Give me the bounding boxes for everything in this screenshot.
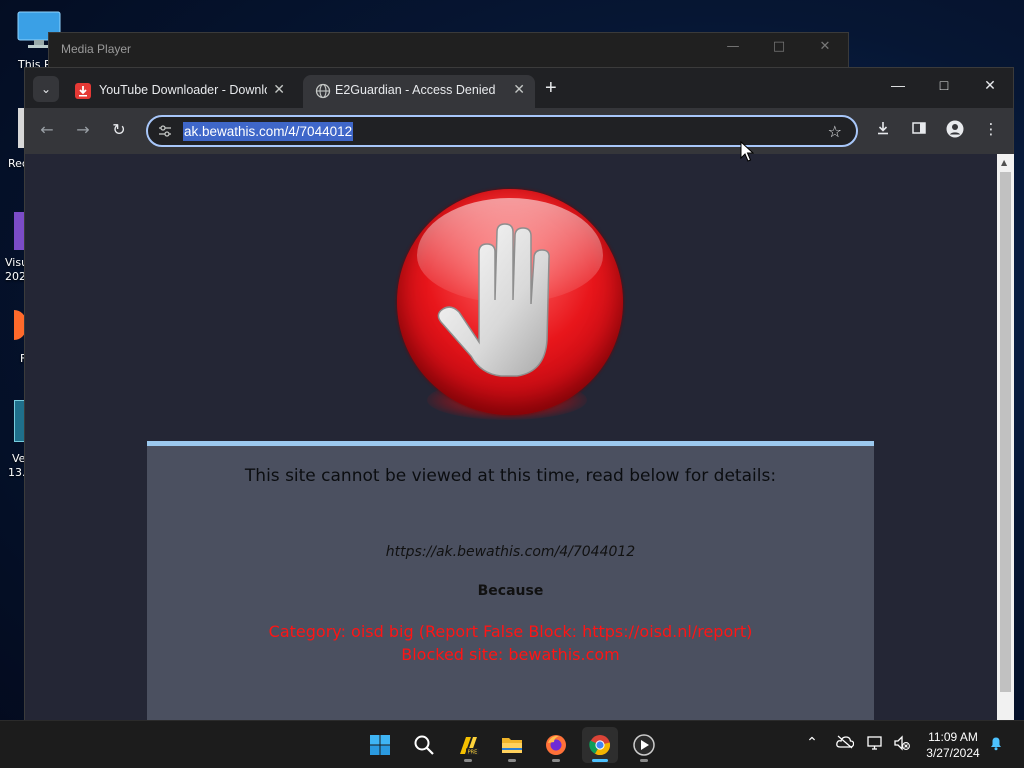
show-hidden-icons-chevron-up-icon[interactable]: ⌃ — [802, 735, 822, 751]
mouse-cursor-icon — [740, 141, 754, 162]
close-tab-icon[interactable]: ✕ — [273, 81, 285, 98]
minimize-icon[interactable]: — — [723, 39, 743, 54]
search-button[interactable] — [406, 727, 442, 763]
volume-muted-icon[interactable] — [892, 735, 912, 755]
chevron-down-icon: ⌄ — [40, 82, 52, 96]
start-button[interactable] — [362, 727, 398, 763]
more-options-icon[interactable]: ⋮ — [980, 120, 1002, 138]
media-player-title: Media Player — [61, 42, 132, 56]
browser-window: ⌄ YouTube Downloader - Downlo ✕ E2Guardi… — [24, 67, 1014, 721]
youtube-downloader-icon — [75, 83, 91, 99]
download-icon[interactable] — [872, 120, 894, 140]
app-running-indicator — [464, 759, 472, 762]
pre-app-icon: PRE — [460, 737, 479, 756]
maximize-icon[interactable]: □ — [769, 39, 789, 54]
new-tab-button[interactable]: + — [545, 77, 557, 100]
tab-search-button[interactable]: ⌄ — [33, 76, 59, 102]
scroll-up-arrow-icon[interactable]: ▲ — [1001, 158, 1007, 167]
notification-bell-icon[interactable] — [986, 735, 1006, 755]
close-icon[interactable]: ✕ — [815, 39, 835, 54]
app-running-indicator — [640, 759, 648, 762]
site-settings-icon[interactable] — [157, 123, 173, 142]
maximize-icon[interactable]: □ — [929, 77, 959, 93]
desktop-icon-label: 202 — [5, 270, 26, 283]
network-icon[interactable] — [866, 735, 886, 755]
file-explorer-button[interactable] — [494, 727, 530, 763]
media-player-icon — [633, 734, 655, 756]
blocked-site-reason: Blocked site: bewathis.com — [401, 645, 620, 664]
chrome-icon — [589, 735, 611, 756]
firefox-icon — [546, 735, 566, 755]
close-tab-icon[interactable]: ✕ — [513, 81, 525, 98]
profile-avatar-icon[interactable] — [944, 120, 966, 142]
tab-youtube-downloader[interactable]: YouTube Downloader - Downlo ✕ — [63, 75, 295, 108]
app-active-indicator — [592, 759, 608, 762]
search-icon — [414, 735, 434, 755]
tab-title: YouTube Downloader - Downlo — [99, 83, 267, 97]
clock-time: 11:09 AM — [928, 730, 978, 744]
svg-text:PRE: PRE — [468, 750, 478, 756]
forward-icon[interactable]: → — [72, 120, 94, 139]
clock-date: 3/27/2024 — [926, 746, 980, 760]
vertical-scrollbar[interactable]: ▲ — [997, 154, 1014, 721]
url-text[interactable]: ak.bewathis.com/4/7044012 — [183, 122, 354, 141]
bookmark-star-icon[interactable]: ☆ — [828, 122, 842, 141]
blocked-url-text: https://ak.bewathis.com/4/7044012 — [385, 544, 636, 560]
minimize-icon[interactable]: — — [883, 77, 913, 93]
tab-strip: ⌄ YouTube Downloader - Downlo ✕ E2Guardi… — [25, 68, 1013, 108]
access-denied-panel: This site cannot be viewed at this time,… — [147, 441, 874, 721]
scrollbar-thumb[interactable] — [1000, 172, 1011, 692]
system-clock[interactable]: 11:09 AM 3/27/2024 — [918, 729, 988, 761]
media-player-button[interactable] — [626, 727, 662, 763]
because-label: Because — [477, 583, 544, 599]
app-running-indicator — [508, 759, 516, 762]
page-heading: This site cannot be viewed at this time,… — [244, 466, 777, 486]
tab-access-denied[interactable]: E2Guardian - Access Denied ✕ — [303, 75, 535, 108]
onedrive-cloud-icon[interactable] — [835, 735, 855, 753]
reload-icon[interactable]: ↻ — [108, 120, 130, 139]
app-running-indicator — [552, 759, 560, 762]
close-window-icon[interactable]: ✕ — [975, 77, 1005, 94]
page-viewport: This site cannot be viewed at this time,… — [25, 154, 997, 721]
tab-title: E2Guardian - Access Denied — [335, 83, 496, 97]
file-explorer-icon — [502, 738, 522, 753]
taskbar: PRE ⌃ 11:09 AM 3/27/2024 — [0, 720, 1024, 768]
hand-stop-icon — [437, 223, 550, 377]
globe-icon — [315, 83, 331, 99]
side-panel-icon[interactable] — [908, 120, 930, 140]
start-icon — [370, 735, 390, 755]
back-icon[interactable]: ← — [36, 120, 58, 139]
pre-app-button[interactable]: PRE — [450, 727, 486, 763]
browser-toolbar: ← → ↻ ak.bewathis.com/4/7044012 ☆ ⋮ — [25, 108, 1013, 154]
chrome-button[interactable] — [582, 727, 618, 763]
category-reason: Category: oisd big (Report False Block: … — [268, 622, 753, 641]
firefox-button[interactable] — [538, 727, 574, 763]
